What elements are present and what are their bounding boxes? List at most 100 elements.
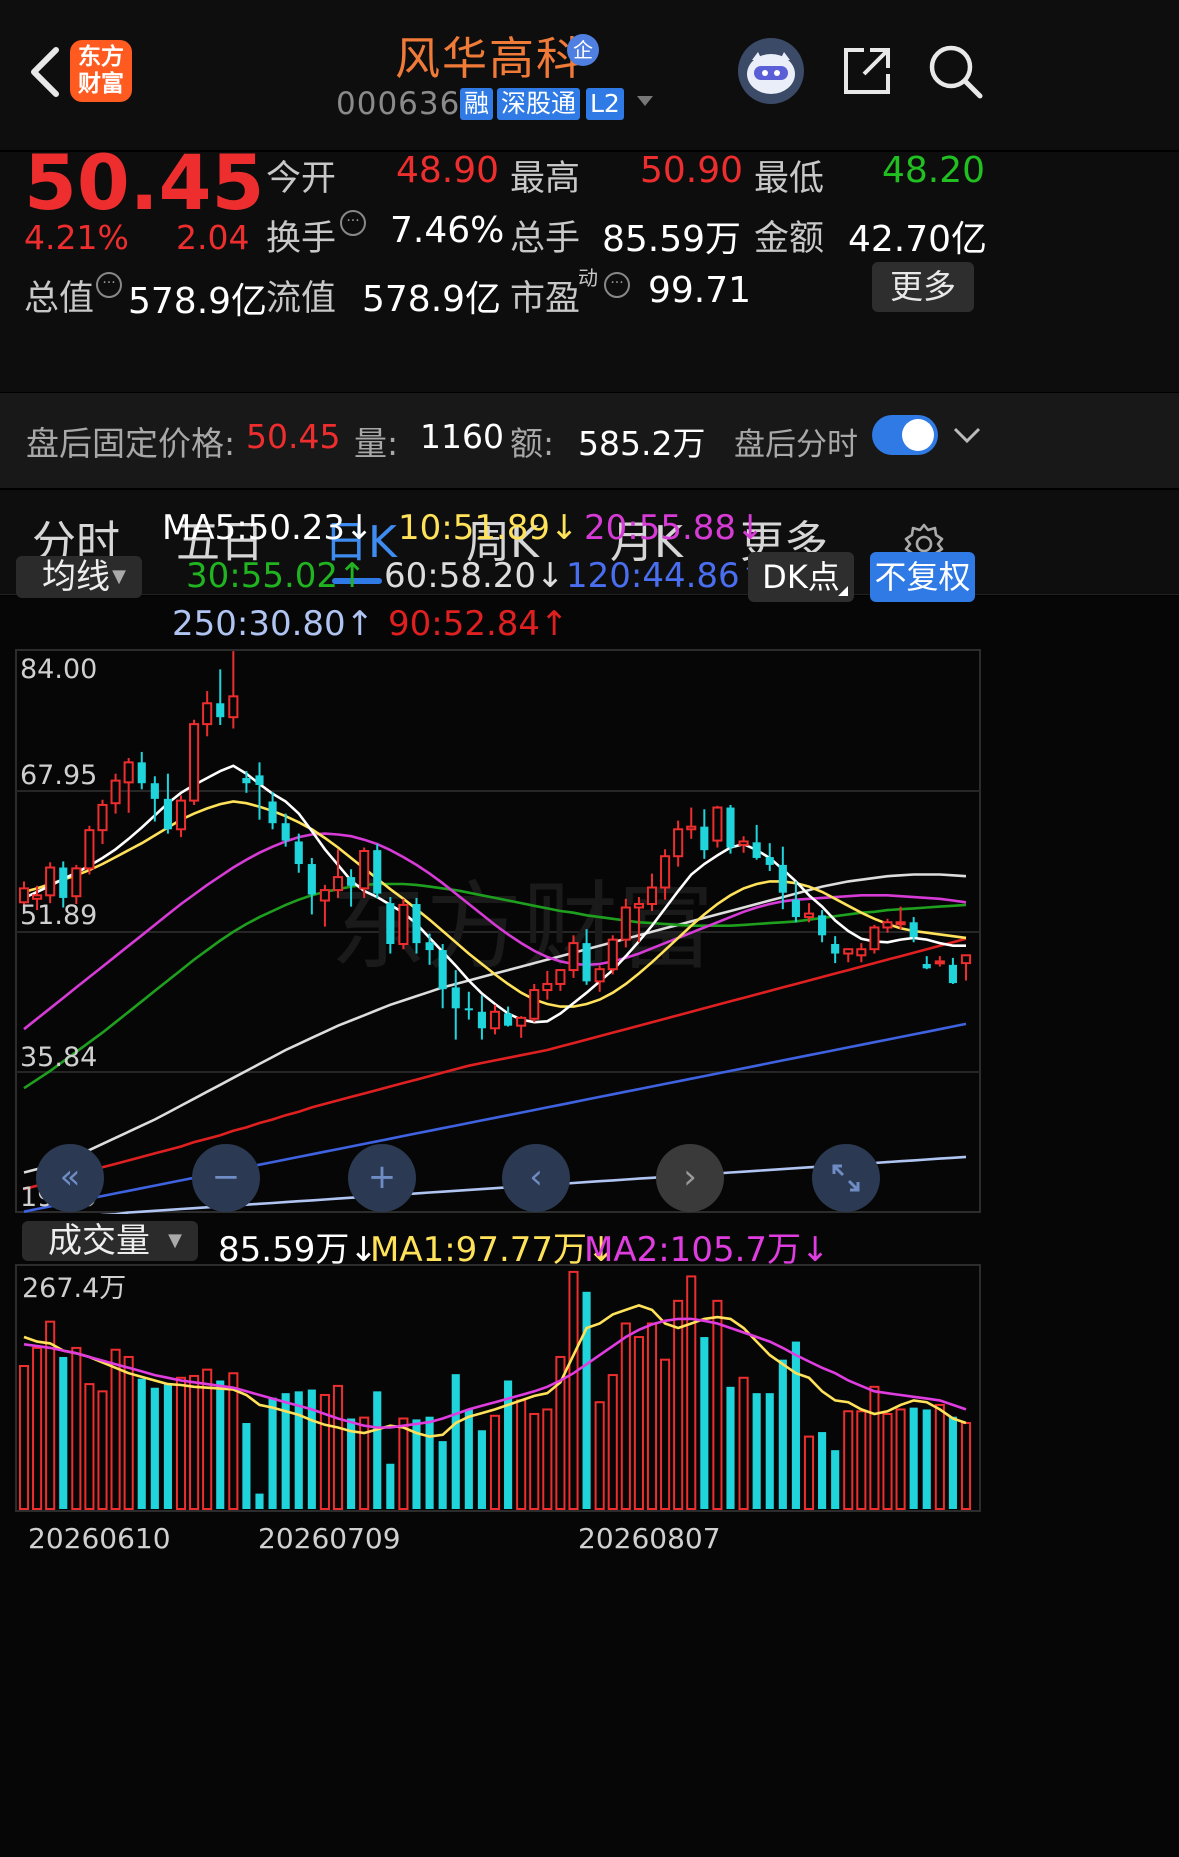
ma5-legend: MA5:50.23↓ (162, 508, 374, 548)
volume-bar (175, 1376, 187, 1510)
top-nav-bar: 东方 财富 风华高科 企 000636 融 深股通 L2 (0, 0, 1179, 150)
price-axis-tick: 84.00 (20, 654, 98, 685)
candle (137, 751, 146, 790)
candle (228, 651, 239, 729)
jump-start-button[interactable]: « (36, 1144, 104, 1212)
search-icon[interactable] (926, 42, 984, 100)
ma20-legend: 20:55.88↓ (584, 508, 765, 548)
after-amt-value: 585.2万 (578, 424, 706, 463)
volume-bar (856, 1410, 867, 1510)
zoom-out-button[interactable]: − (192, 1144, 260, 1212)
volume-bar (529, 1412, 540, 1511)
volume-bar (150, 1387, 159, 1509)
open-value: 48.90 (396, 150, 500, 191)
no-adjust-button[interactable]: 不复权 (870, 552, 975, 602)
volume-bar (633, 1336, 644, 1510)
candle (869, 924, 880, 954)
volume-bar (960, 1422, 972, 1510)
volume-bar (163, 1384, 172, 1509)
pe-sup: 动 (578, 266, 598, 290)
stock-name: 风华高科 (395, 32, 584, 85)
back-icon[interactable] (22, 44, 72, 100)
indicator-dropdown[interactable]: 成交量 ▼ (22, 1221, 198, 1261)
candle (673, 820, 684, 867)
high-value: 50.90 (640, 150, 744, 191)
candle (607, 935, 618, 975)
candle (294, 833, 303, 873)
volume-bar (202, 1368, 213, 1511)
candle (831, 936, 840, 964)
tag-margin: 融 (460, 88, 494, 120)
ma-type-dropdown[interactable]: 均线 ▼ (16, 556, 142, 598)
volume-bar (59, 1356, 68, 1509)
info-icon[interactable]: ··· (96, 272, 122, 298)
volume-bar (18, 1365, 30, 1510)
quote-panel: 50.45 4.21% 2.04 总值 ··· 578.9亿 今开 48.90 … (0, 138, 1179, 392)
candle (123, 758, 134, 813)
volume-chart[interactable] (0, 1262, 1179, 1514)
volume-bar (542, 1408, 553, 1510)
zoom-in-button[interactable]: + (348, 1144, 416, 1212)
candle (45, 862, 56, 904)
volume-bar (268, 1397, 277, 1509)
scroll-left-button[interactable]: ‹ (502, 1144, 570, 1212)
candle (268, 791, 277, 830)
candle (882, 918, 893, 933)
candle (110, 773, 121, 814)
volume-label: 总手 (510, 219, 581, 259)
scroll-right-button[interactable]: › (656, 1144, 724, 1212)
date-axis-label: 20260610 (28, 1522, 171, 1555)
candle (738, 836, 749, 853)
candle (843, 948, 854, 963)
candle (150, 776, 159, 822)
mktcap-label: 总值 (24, 279, 95, 319)
turnover-value: 7.46% (390, 210, 505, 251)
more-button[interactable]: 更多 (872, 262, 974, 312)
volume-bar (660, 1358, 671, 1510)
candle (752, 824, 761, 860)
volume-bar (818, 1432, 827, 1509)
dk-corner-icon (838, 586, 848, 596)
dropdown-arrow-icon: ▼ (112, 566, 126, 587)
candle (504, 1006, 513, 1027)
volume-bar (373, 1391, 382, 1509)
assistant-avatar[interactable] (738, 38, 804, 104)
after-hours-toggle[interactable] (872, 415, 938, 455)
candle (686, 807, 697, 839)
dk-point-button[interactable]: DK点 (748, 552, 854, 602)
volume-bar (673, 1299, 684, 1510)
high-label: 最高 (510, 159, 581, 199)
dk-point-label: DK点 (762, 558, 840, 596)
candle (373, 844, 382, 898)
ma250-legend: 250:30.80↑ (172, 604, 375, 644)
volume-bar (765, 1393, 774, 1509)
pe-info-icon[interactable]: ··· (604, 272, 630, 298)
date-axis-label: 20260709 (258, 1522, 401, 1555)
after-price-label: 盘后固定价格: (26, 424, 236, 463)
tag-connect: 深股通 (497, 88, 581, 120)
indicator-dropdown-label: 成交量 (48, 1221, 150, 1261)
turnover-info-icon[interactable]: ··· (340, 210, 366, 236)
after-price-value: 50.45 (246, 417, 341, 456)
after-vol-value: 1160 (420, 417, 504, 456)
ma10-legend: 10:51.89↓ (398, 508, 579, 548)
ma120-legend: 120:44.86↑ (566, 556, 769, 596)
volume-bar (686, 1275, 697, 1510)
candle (529, 983, 540, 1023)
low-value: 48.20 (882, 150, 986, 191)
fullscreen-button[interactable] (812, 1144, 880, 1212)
volume-bar (869, 1385, 880, 1510)
share-icon[interactable] (840, 44, 894, 98)
code-dropdown-icon[interactable] (637, 96, 653, 106)
volume-bar (255, 1493, 264, 1509)
stock-code: 000636 (336, 86, 461, 122)
volume-bar (242, 1423, 251, 1509)
mktcap-value: 578.9亿 (128, 281, 268, 322)
kline-chart[interactable]: 东方财富 (0, 648, 1179, 1214)
volume-bar (71, 1346, 82, 1510)
candle (489, 1004, 501, 1035)
volume-bar (516, 1399, 527, 1511)
price-axis-tick: 67.95 (20, 760, 98, 791)
amount-label: 金额 (754, 219, 825, 259)
expand-chevron-icon[interactable] (952, 423, 982, 447)
